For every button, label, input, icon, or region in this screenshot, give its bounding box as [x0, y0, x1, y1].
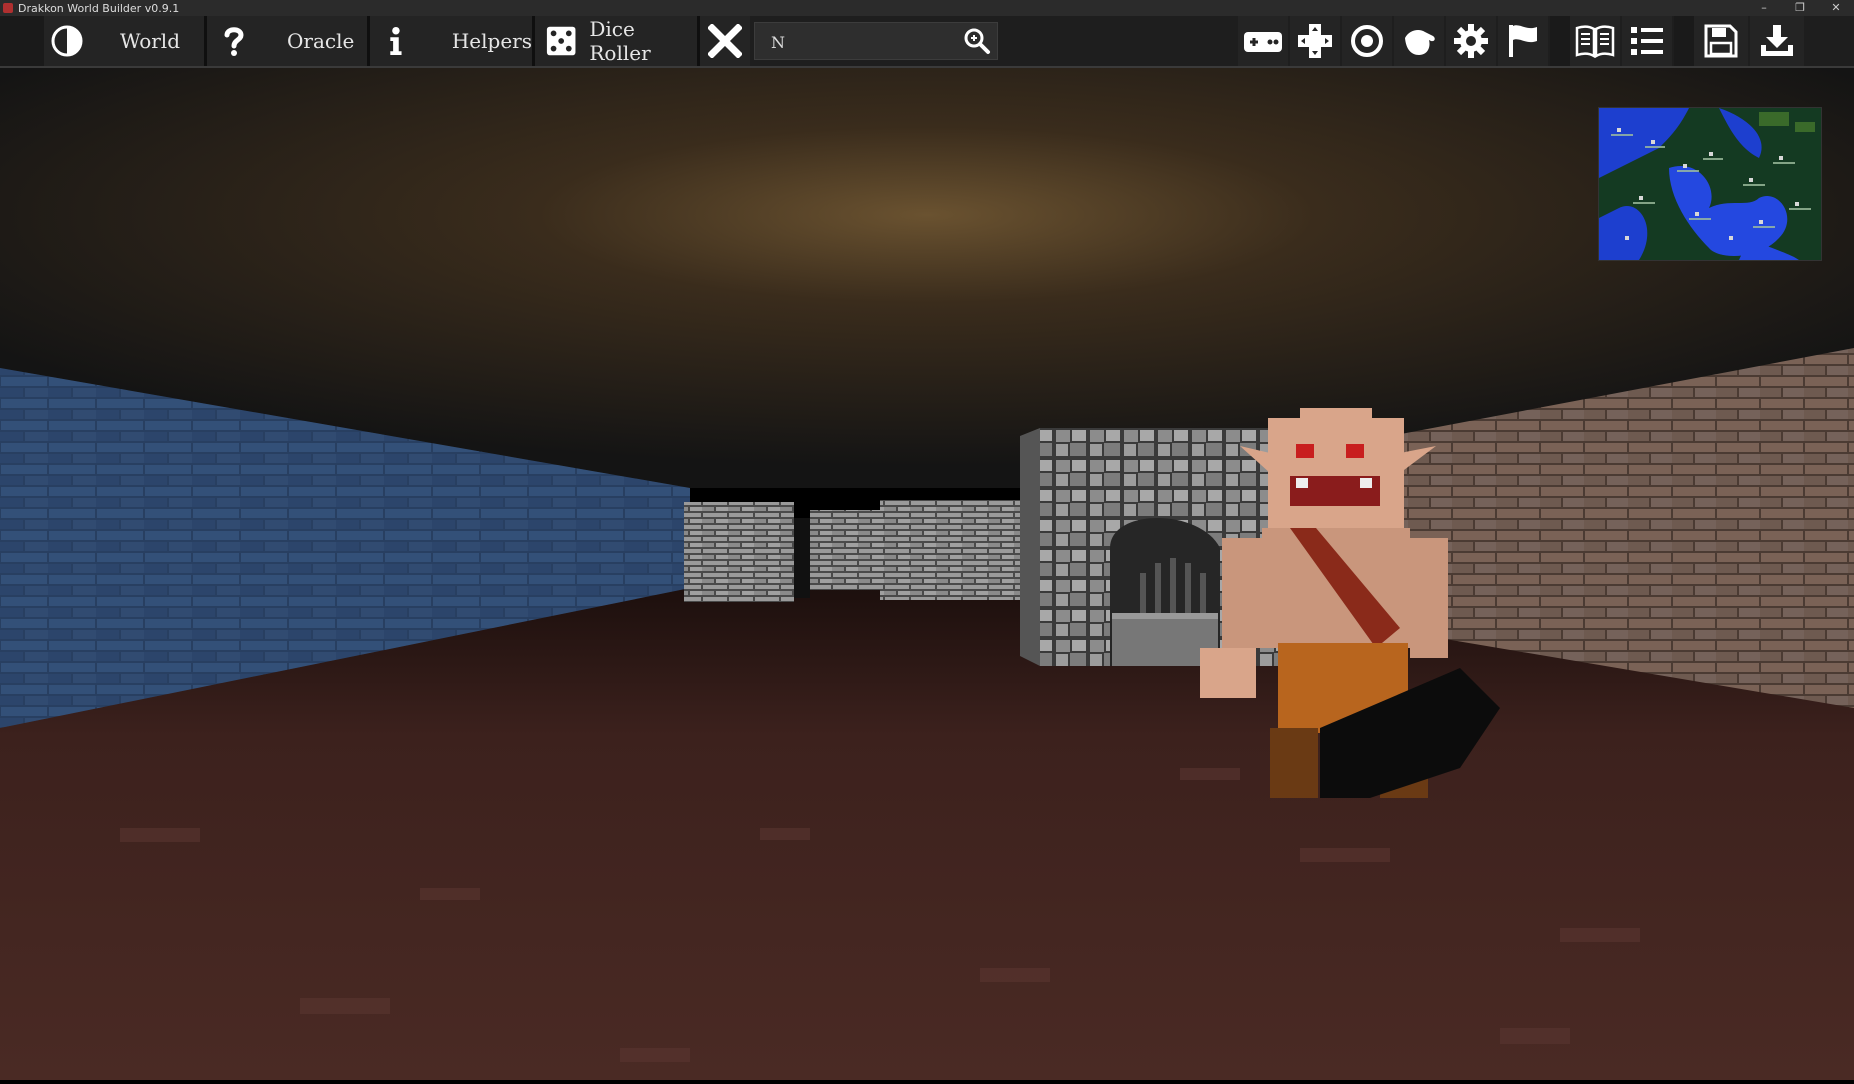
oracle-button[interactable]: Oracle	[207, 16, 367, 66]
dice-roller-button[interactable]: Dice Roller	[535, 16, 697, 66]
dpad-icon	[1298, 24, 1332, 58]
helpers-label: Helpers	[451, 29, 532, 53]
world-minimap[interactable]	[1598, 107, 1822, 261]
world-button[interactable]: World	[44, 16, 204, 66]
oracle-label: Oracle	[287, 29, 355, 53]
journal-button[interactable]	[1570, 16, 1620, 66]
dungeon-scene-graphic	[0, 68, 1854, 1080]
gear-icon	[1454, 24, 1488, 58]
helpers-button[interactable]: Helpers	[370, 16, 532, 66]
hand-button[interactable]	[1394, 16, 1444, 66]
target-icon	[1351, 25, 1383, 57]
minimap-graphic	[1599, 108, 1821, 260]
toolbar-empty-area	[998, 16, 1238, 66]
search-input[interactable]	[769, 27, 953, 57]
target-button[interactable]	[1342, 16, 1392, 66]
dice-icon	[546, 26, 576, 56]
gamepad-button[interactable]	[1238, 16, 1288, 66]
close-panel-button[interactable]	[700, 16, 750, 66]
world-label: World	[120, 29, 180, 53]
info-icon	[390, 26, 402, 56]
save-button[interactable]	[1694, 16, 1748, 66]
question-icon	[224, 27, 244, 56]
window-title: Drakkon World Builder v0.9.1	[18, 1, 180, 15]
search-icon[interactable]	[963, 27, 991, 55]
half-circle-icon	[51, 25, 83, 57]
download-button[interactable]	[1750, 16, 1804, 66]
book-icon	[1575, 25, 1615, 58]
main-toolbar: World Oracle Helpers Dice Roller	[0, 16, 1854, 68]
download-icon	[1761, 25, 1793, 56]
gamepad-icon	[1244, 32, 1282, 52]
list-icon	[1631, 27, 1663, 55]
save-icon	[1704, 24, 1738, 58]
toolbar-spacer	[0, 16, 44, 66]
close-window-button[interactable]: ✕	[1818, 0, 1854, 16]
dungeon-viewport[interactable]	[0, 68, 1854, 1080]
flag-icon	[1509, 25, 1537, 57]
flag-button[interactable]	[1498, 16, 1548, 66]
hand-icon	[1405, 30, 1435, 55]
dice-roller-label: Dice Roller	[589, 17, 651, 65]
restore-button[interactable]: ❐	[1782, 0, 1818, 16]
app-icon	[3, 3, 13, 13]
close-icon	[708, 24, 742, 58]
settings-button[interactable]	[1446, 16, 1496, 66]
search-box	[754, 22, 998, 60]
window-titlebar: Drakkon World Builder v0.9.1 – ❐ ✕	[0, 0, 1854, 16]
minimize-button[interactable]: –	[1746, 0, 1782, 16]
list-button[interactable]	[1622, 16, 1672, 66]
dpad-button[interactable]	[1290, 16, 1340, 66]
